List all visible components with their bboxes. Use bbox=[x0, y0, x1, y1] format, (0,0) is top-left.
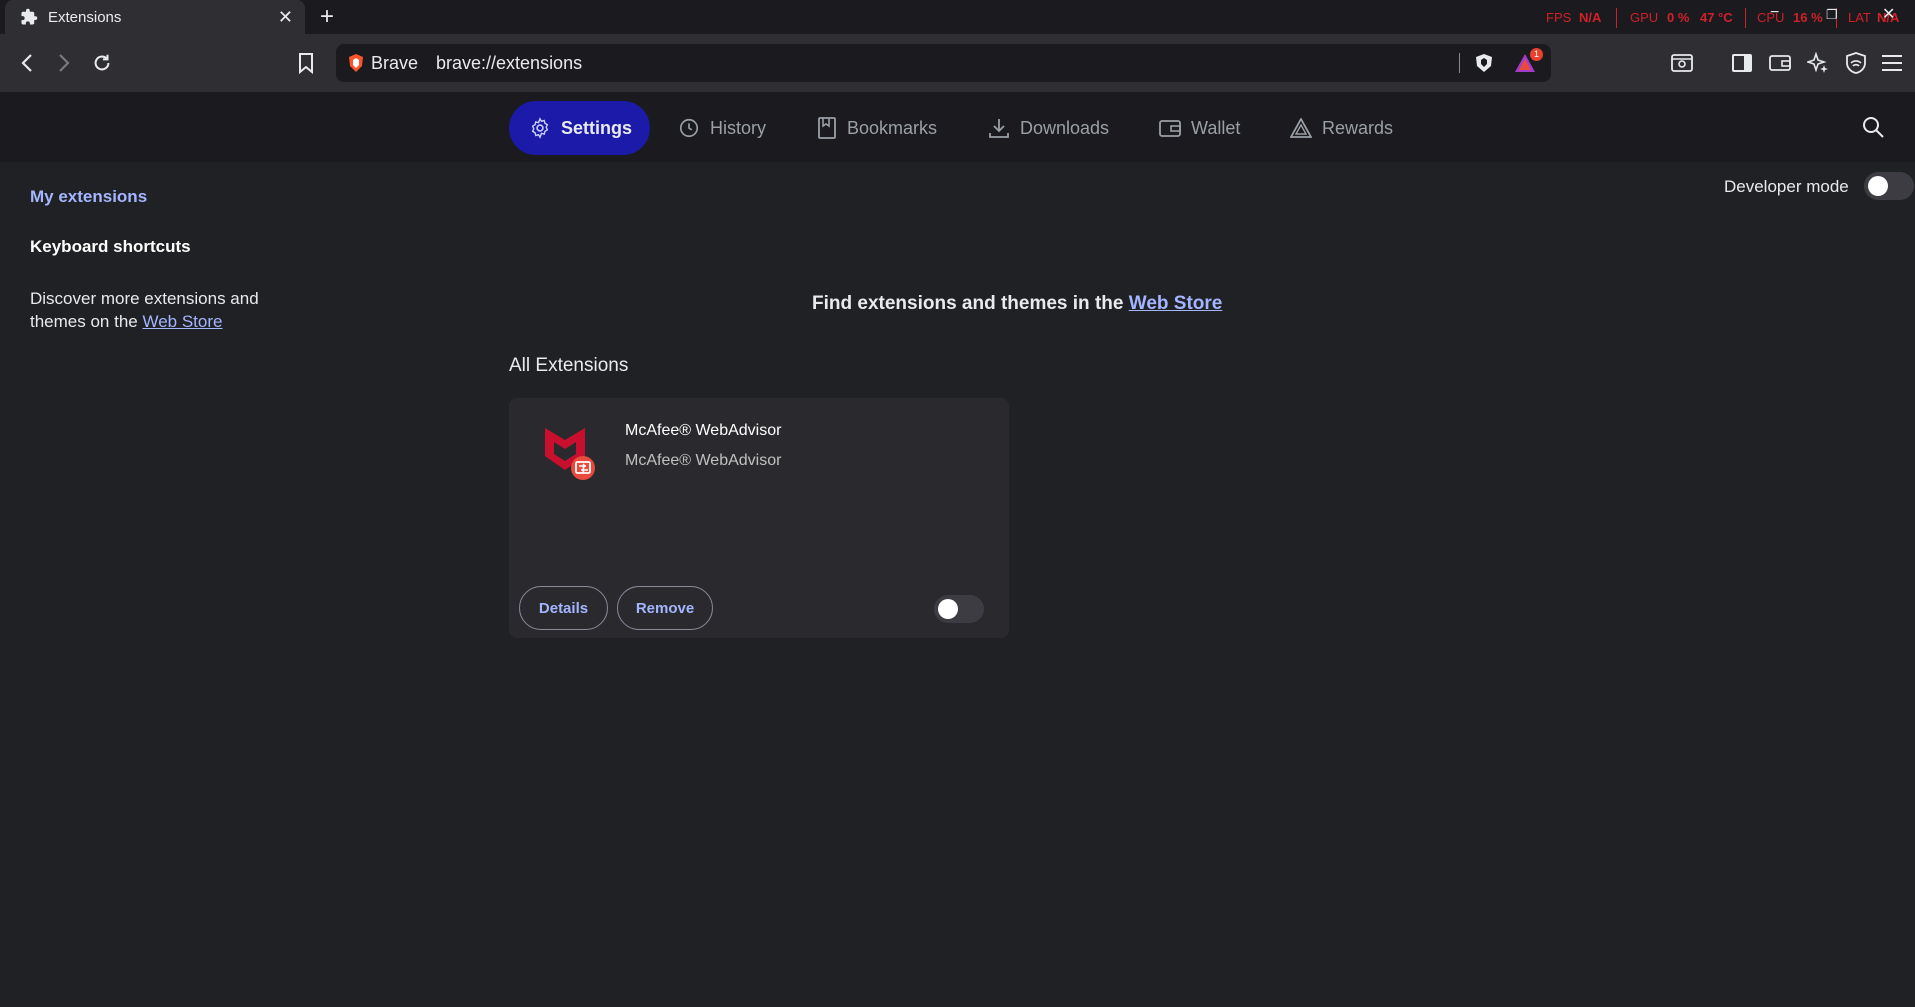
brave-shields-icon[interactable] bbox=[1474, 53, 1494, 73]
rewards-icon bbox=[1290, 118, 1312, 138]
gpu-temp: 47 °C bbox=[1700, 10, 1733, 25]
address-bar[interactable]: Brave brave://extensions 1 bbox=[336, 44, 1551, 82]
gpu-value: 0 % bbox=[1667, 10, 1690, 25]
omnibox-divider bbox=[1459, 53, 1460, 73]
tab-wallet[interactable]: Wallet bbox=[1139, 101, 1258, 155]
restore-icon[interactable]: ❐ bbox=[1826, 7, 1838, 23]
reader-icon bbox=[1671, 54, 1693, 72]
bookmarks-icon bbox=[818, 117, 836, 139]
tab-strip: Extensions ✕ + FPS N/A GPU 0 % 47 °C CPU… bbox=[0, 0, 1915, 34]
cpu-value: 16 % bbox=[1793, 10, 1823, 25]
tab-wallet-label: Wallet bbox=[1191, 117, 1241, 138]
wallet-icon bbox=[1159, 120, 1181, 137]
toggle-knob bbox=[1868, 176, 1888, 196]
mcafee-logo-icon bbox=[541, 424, 599, 482]
toggle-knob bbox=[938, 599, 958, 619]
tab-downloads-label: Downloads bbox=[1020, 117, 1110, 138]
site-label: Brave bbox=[371, 53, 419, 73]
sidebar-button[interactable] bbox=[1729, 50, 1755, 76]
fps-value: N/A bbox=[1579, 10, 1602, 25]
tab-downloads[interactable]: Downloads bbox=[968, 101, 1127, 155]
sidebar-item-keyboard-shortcuts[interactable]: Keyboard shortcuts bbox=[30, 237, 191, 257]
download-icon bbox=[989, 119, 1009, 138]
sparkle-icon bbox=[1807, 52, 1828, 73]
tab-rewards-label: Rewards bbox=[1322, 117, 1394, 138]
extension-enable-toggle[interactable] bbox=[934, 595, 984, 623]
tab-bookmarks-label: Bookmarks bbox=[847, 117, 938, 138]
url-text[interactable]: brave://extensions bbox=[436, 53, 582, 74]
extension-card: McAfee® WebAdvisor McAfee® WebAdvisor De… bbox=[509, 398, 1009, 638]
tab-rewards[interactable]: Rewards bbox=[1270, 101, 1411, 155]
extension-description: McAfee® WebAdvisor bbox=[625, 452, 782, 469]
tab-close-icon[interactable]: ✕ bbox=[278, 7, 293, 28]
tab-bookmarks[interactable]: Bookmarks bbox=[797, 101, 955, 155]
lat-label: LAT bbox=[1848, 10, 1871, 25]
bookmark-button[interactable] bbox=[293, 50, 319, 76]
new-tab-button[interactable]: + bbox=[320, 3, 334, 31]
menu-button[interactable] bbox=[1879, 50, 1905, 76]
tab-title: Extensions bbox=[48, 8, 122, 26]
store-text: Find extensions and themes in the bbox=[812, 293, 1129, 314]
search-button[interactable] bbox=[1861, 115, 1885, 144]
notification-badge: 1 bbox=[1530, 48, 1543, 61]
discover-text: Discover more extensions and themes on t… bbox=[30, 287, 290, 333]
gear-icon bbox=[531, 117, 549, 139]
leo-ai-button[interactable] bbox=[1805, 50, 1831, 76]
overlay-divider bbox=[1616, 8, 1617, 28]
sidebar-web-store-link[interactable]: Web Store bbox=[142, 312, 222, 331]
tab-settings-label: Settings bbox=[561, 117, 633, 138]
window-close-icon[interactable]: ✕ bbox=[1882, 4, 1895, 24]
vpn-button[interactable] bbox=[1843, 50, 1869, 76]
arrow-left-icon bbox=[21, 54, 32, 72]
overlay-divider bbox=[1745, 8, 1746, 28]
details-button[interactable]: Details bbox=[519, 586, 608, 630]
developer-mode-toggle[interactable] bbox=[1864, 172, 1914, 200]
wallet-button[interactable] bbox=[1767, 50, 1793, 76]
vpn-shield-icon bbox=[1846, 52, 1866, 74]
remove-button[interactable]: Remove bbox=[617, 586, 713, 630]
reload-button[interactable] bbox=[89, 50, 115, 76]
tab-history[interactable]: History bbox=[658, 101, 784, 155]
tab-settings[interactable]: Settings bbox=[509, 101, 651, 155]
back-button[interactable] bbox=[14, 50, 40, 76]
section-title: All Extensions bbox=[509, 355, 629, 376]
tab-extensions[interactable]: Extensions ✕ bbox=[5, 0, 305, 34]
hamburger-icon bbox=[1882, 55, 1902, 71]
wallet-icon bbox=[1769, 55, 1791, 71]
tab-history-label: History bbox=[710, 117, 767, 138]
extension-name: McAfee® WebAdvisor bbox=[625, 422, 782, 439]
toolbar: Brave brave://extensions 1 bbox=[0, 34, 1915, 92]
sidebar-item-my-extensions[interactable]: My extensions bbox=[30, 187, 147, 207]
reload-icon bbox=[94, 54, 110, 71]
developer-mode-label: Developer mode bbox=[1724, 177, 1849, 196]
web-store-link[interactable]: Web Store bbox=[1129, 293, 1223, 314]
fps-label: FPS bbox=[1546, 10, 1572, 25]
sidebar-icon bbox=[1732, 54, 1752, 72]
history-icon bbox=[679, 118, 699, 138]
forward-button[interactable] bbox=[51, 50, 77, 76]
web-store-banner: Find extensions and themes in the Web St… bbox=[812, 293, 1222, 315]
gpu-label: GPU bbox=[1630, 10, 1659, 25]
puzzle-icon bbox=[21, 8, 38, 25]
arrow-right-icon bbox=[59, 54, 70, 72]
bookmark-icon bbox=[299, 53, 313, 74]
search-icon bbox=[1863, 117, 1884, 138]
minimize-icon[interactable]: − bbox=[1770, 4, 1779, 22]
brave-shield-icon bbox=[349, 54, 363, 72]
reader-mode-button[interactable] bbox=[1669, 50, 1695, 76]
settings-nav-bar: Settings History Bookmarks Downloads Wal… bbox=[0, 92, 1915, 162]
